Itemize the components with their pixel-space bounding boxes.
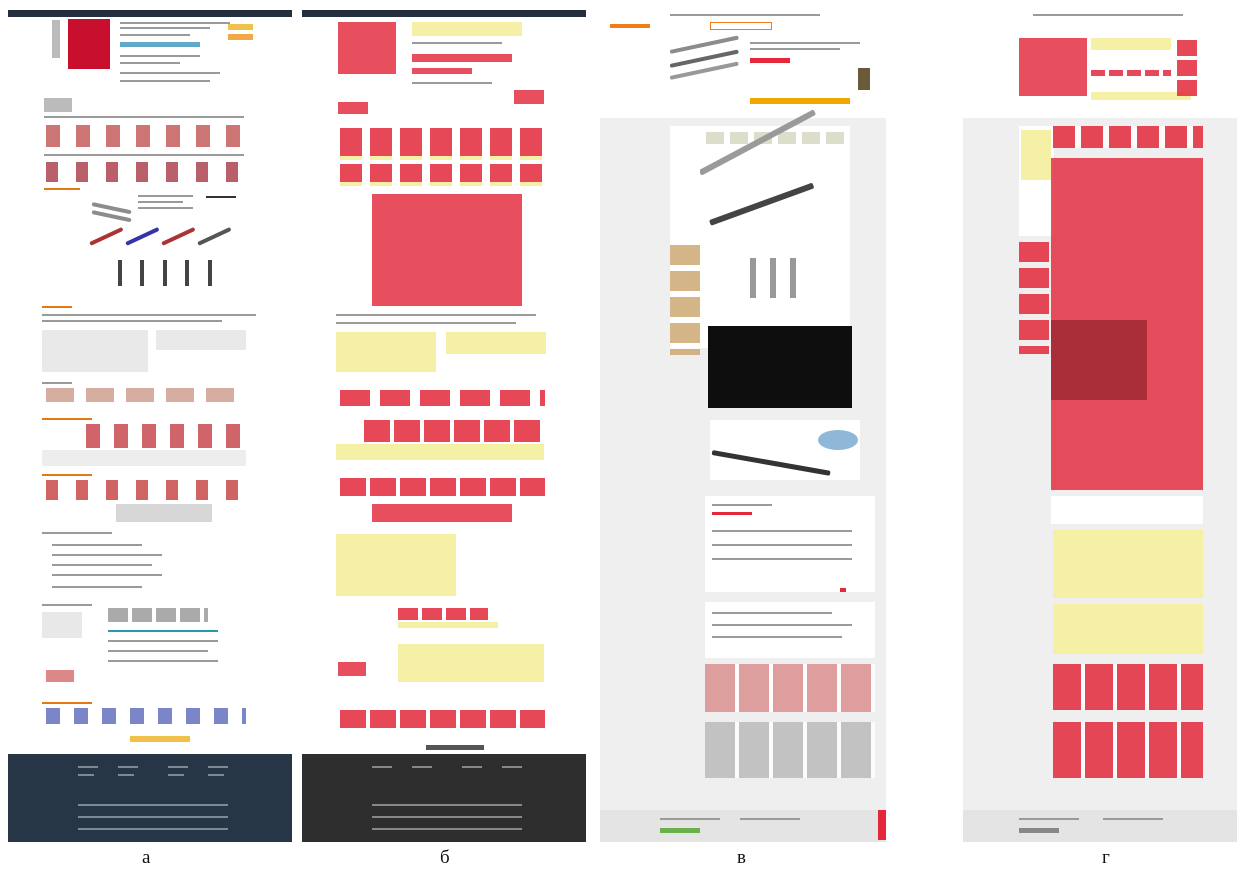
highlight-reviews-block xyxy=(1053,530,1203,598)
rating-histogram xyxy=(42,612,82,638)
comparison-table xyxy=(86,424,246,448)
screenshot-panel-a xyxy=(8,10,292,842)
highlight-main-image xyxy=(1019,38,1087,96)
site-footer-gray xyxy=(302,754,586,842)
dark-product-photo xyxy=(708,326,852,408)
screenshot-panel-d xyxy=(963,10,1237,842)
highlight-title xyxy=(412,22,522,36)
product-carousel-4 xyxy=(46,708,246,724)
highlight-description-block xyxy=(372,194,522,306)
caption-a: а xyxy=(142,847,151,868)
color-swatches xyxy=(120,42,200,47)
caption-c: в xyxy=(737,847,746,868)
highlight-carousel-2 xyxy=(340,164,545,182)
buy-now-button xyxy=(228,34,253,40)
recommendations-grid-1 xyxy=(705,664,875,712)
product-carousel-3 xyxy=(46,480,246,500)
highlight-details-table xyxy=(336,332,436,372)
search-input xyxy=(710,22,772,30)
product-carousel-2 xyxy=(46,162,241,182)
caption-d: г xyxy=(1102,847,1110,868)
site-footer-light xyxy=(600,810,886,842)
recommendations-grid-2 xyxy=(705,722,875,778)
highlight-product-image xyxy=(338,22,396,74)
highlight-videos xyxy=(340,390,545,406)
product-details-table xyxy=(42,330,148,372)
highlight-recommendations-1 xyxy=(1053,664,1203,710)
add-to-cart-button xyxy=(228,24,253,30)
highlight-reviews xyxy=(336,534,456,596)
highlight-carousel-4 xyxy=(340,710,545,728)
back-to-top xyxy=(130,736,190,742)
screenshot-panel-b xyxy=(302,10,586,842)
buy-button xyxy=(750,98,850,104)
highlight-sidebar xyxy=(1021,130,1051,180)
highlight-recommendations-2 xyxy=(1053,722,1203,778)
screenshot-panel-c xyxy=(600,10,886,842)
highlight-carousel-3 xyxy=(340,478,545,496)
related-videos xyxy=(46,388,246,402)
product-carousel-1 xyxy=(46,125,241,147)
site-footer xyxy=(8,754,292,842)
caption-b: б xyxy=(440,847,450,868)
thumbnail-strip xyxy=(52,20,60,58)
product-image xyxy=(68,19,110,69)
sidebar-nav xyxy=(670,130,700,240)
top-nav-bar xyxy=(8,10,292,17)
store-logo xyxy=(610,24,650,28)
highlight-carousel-1 xyxy=(340,128,545,156)
